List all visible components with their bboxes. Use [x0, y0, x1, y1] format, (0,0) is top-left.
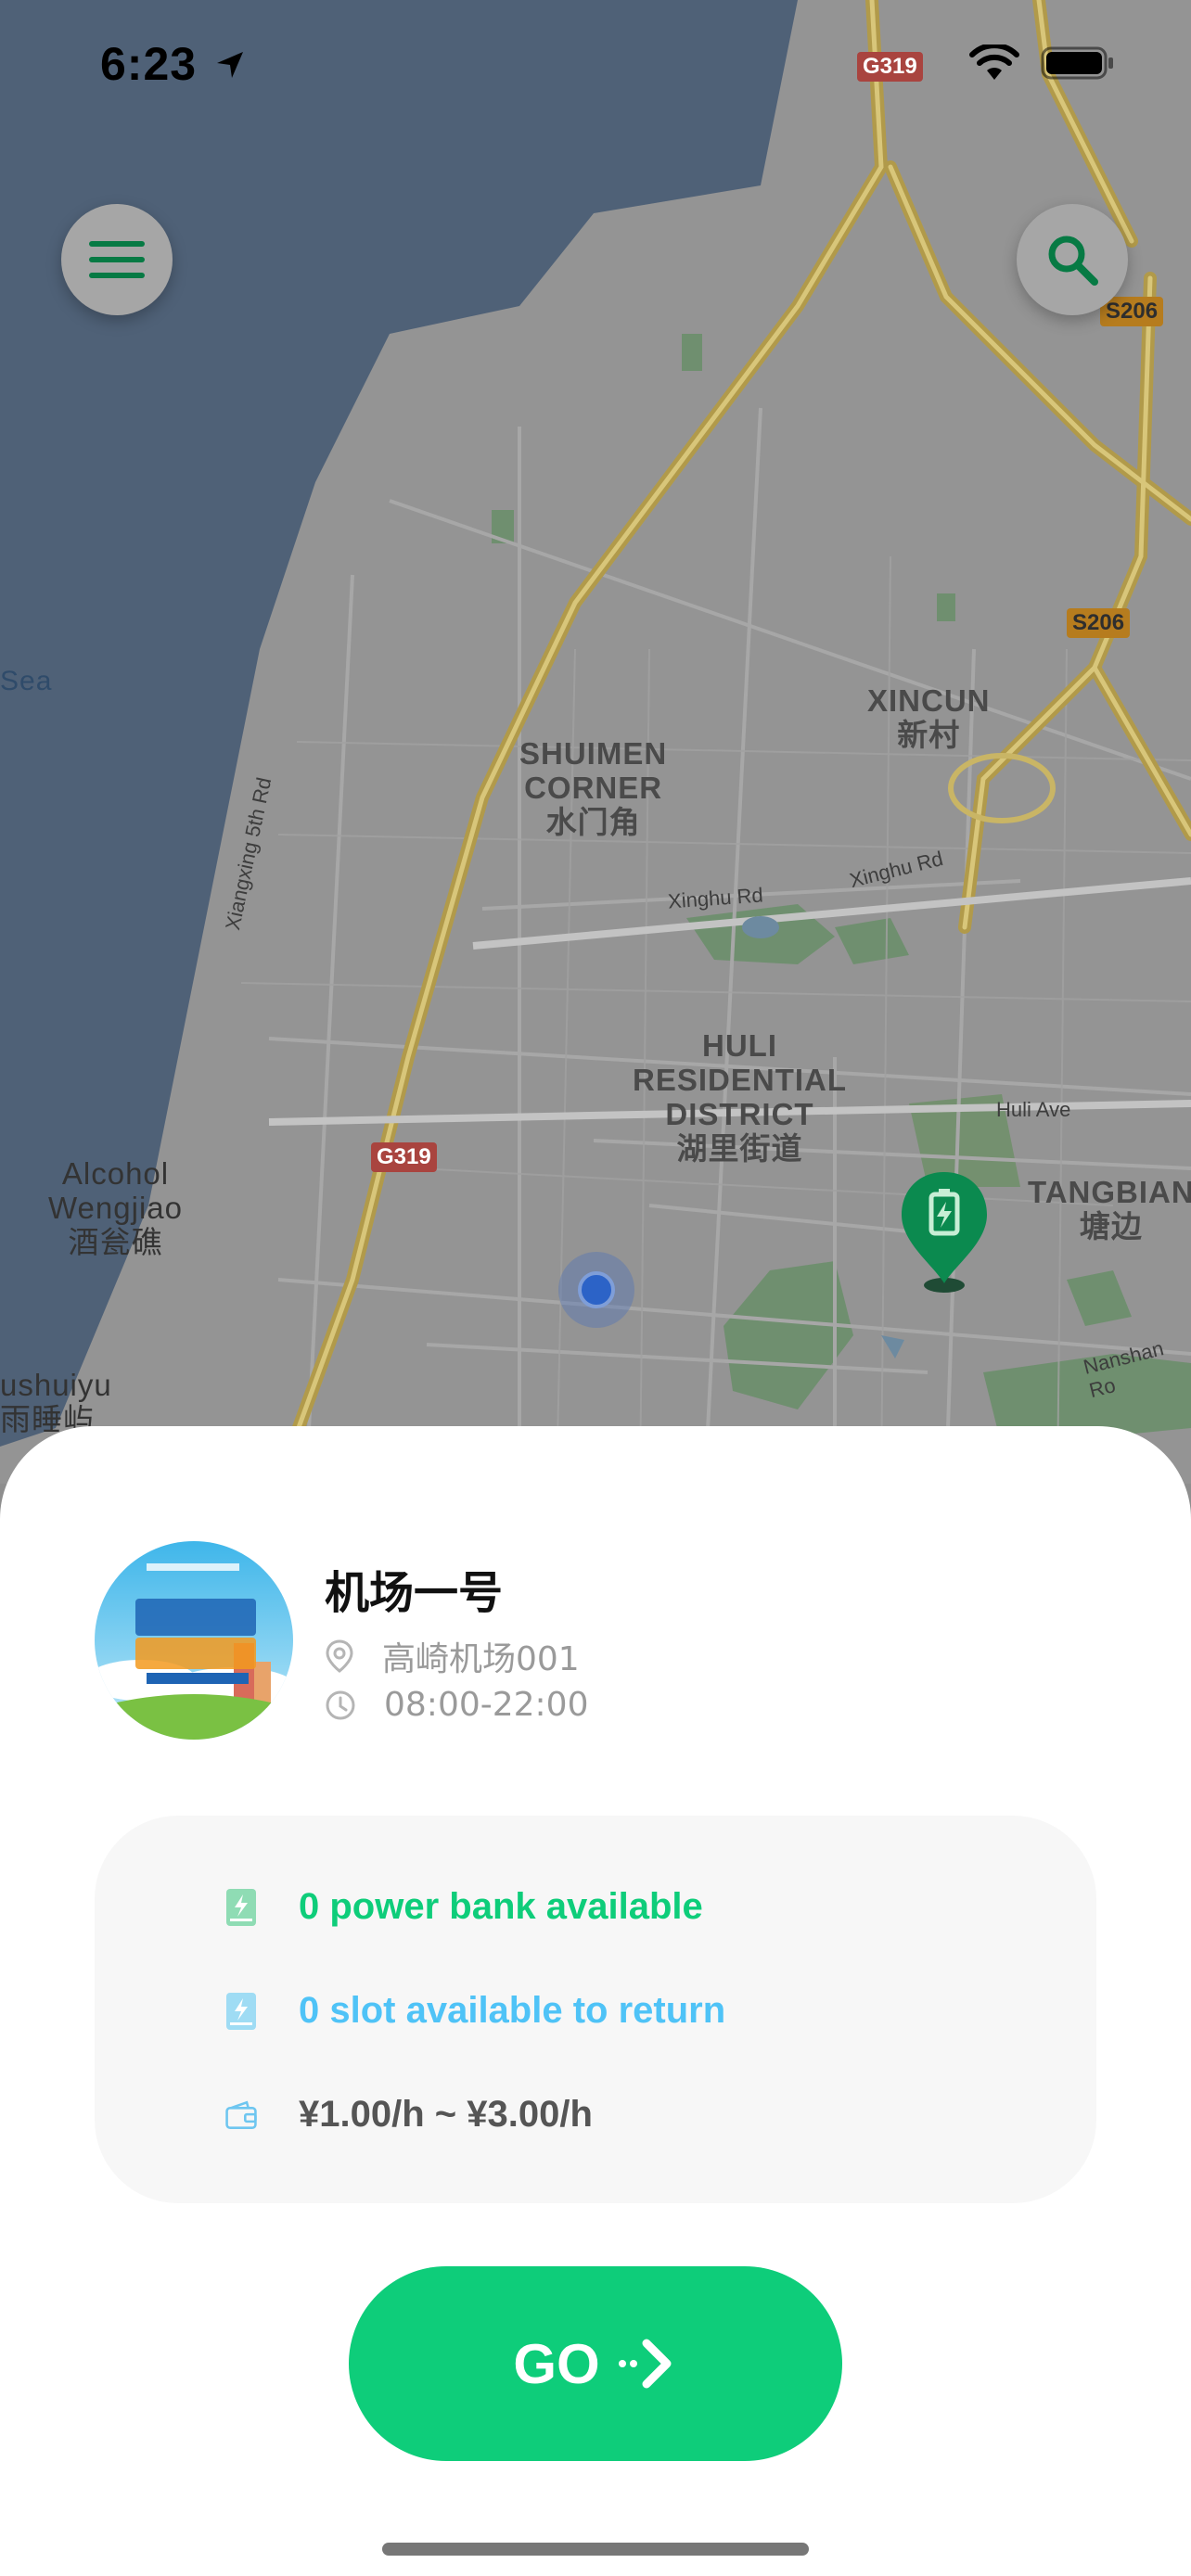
place-label-xincun: XINCUN 新村 — [867, 683, 991, 752]
battery-icon — [1041, 46, 1113, 80]
status-bar: 6:23 — [0, 0, 1191, 130]
return-slot-row: 0 slot available to return — [224, 1990, 725, 2032]
home-indicator — [382, 2543, 809, 2556]
place-label-shuimen: SHUIMEN CORNER 水门角 — [519, 736, 668, 839]
power-bank-count: 0 power bank available — [299, 1886, 703, 1927]
power-bank-icon — [226, 1888, 256, 1926]
station-address: 高崎机场001 — [382, 1640, 580, 1678]
place-label-sea: Sea — [0, 666, 53, 696]
road-label-huli-ave: Huli Ave — [996, 1098, 1071, 1121]
station-avatar — [95, 1541, 293, 1740]
station-sheet: 机场一号 高崎机场001 08:00-22:00 0 power bank av… — [0, 1426, 1191, 2576]
place-label-alcohol: Alcohol Wengjiao 酒瓮礁 — [48, 1156, 183, 1259]
station-name: 机场一号 — [325, 1567, 504, 1619]
power-bank-row: 0 power bank available — [224, 1886, 703, 1928]
station-stats-card: 0 power bank available 0 slot available … — [95, 1816, 1096, 2203]
go-button[interactable]: GO — [349, 2266, 842, 2461]
clock-icon — [326, 1690, 355, 1719]
hamburger-icon — [89, 241, 145, 278]
map-view[interactable]: SHUIMEN CORNER 水门角 XINCUN 新村 HULI RESIDE… — [0, 0, 1191, 1484]
highway-shield-s206-top: S206 — [1100, 297, 1164, 326]
go-button-label: GO — [513, 2332, 600, 2395]
user-location-dot — [558, 1252, 634, 1328]
place-label-tangbian: TANGBIAN 塘边 — [1028, 1175, 1191, 1243]
return-slot-icon — [226, 1992, 256, 2030]
location-pin-icon — [326, 1639, 353, 1673]
wallet-icon — [225, 2100, 257, 2129]
search-button[interactable] — [1017, 204, 1128, 315]
search-icon — [1048, 236, 1098, 286]
price-text: ¥1.00/h ~ ¥3.00/h — [299, 2094, 593, 2135]
location-arrow-icon — [217, 52, 243, 78]
arrow-right-icon — [618, 2339, 672, 2389]
menu-button[interactable] — [61, 204, 173, 315]
wifi-icon — [969, 45, 1019, 80]
station-pin-icon[interactable] — [896, 1168, 992, 1293]
highway-shield-s206-mid: S206 — [1067, 608, 1131, 638]
station-address-row: 高崎机场001 — [325, 1632, 580, 1680]
station-hours-row: 08:00-22:00 — [325, 1686, 588, 1724]
station-hours: 08:00-22:00 — [384, 1686, 589, 1724]
status-time: 6:23 — [100, 38, 198, 90]
highway-shield-g319-mid: G319 — [371, 1142, 437, 1172]
price-row: ¥1.00/h ~ ¥3.00/h — [224, 2094, 593, 2136]
return-slot-count: 0 slot available to return — [299, 1990, 726, 2031]
place-label-huli: HULI RESIDENTIAL DISTRICT 湖里街道 — [633, 1028, 848, 1166]
